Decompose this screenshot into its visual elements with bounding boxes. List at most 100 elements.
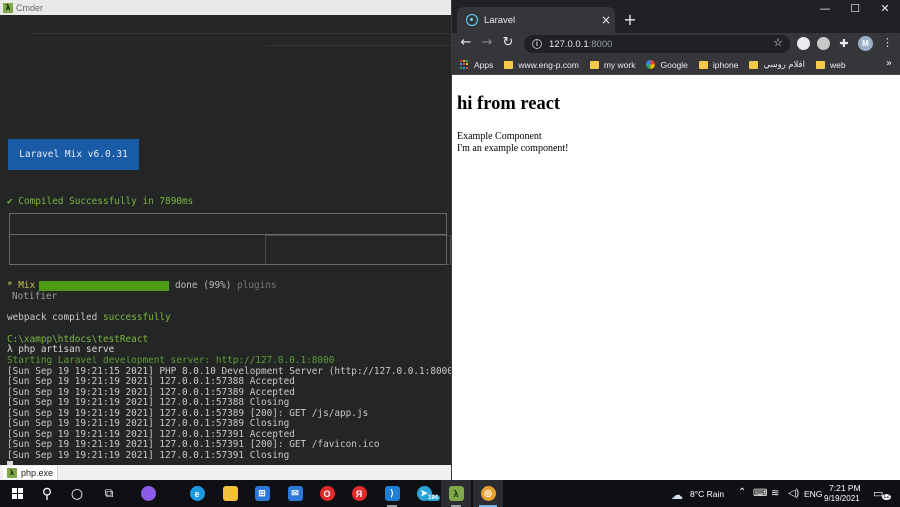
bookmark-eng-p[interactable]: www.eng-p.com bbox=[504, 59, 579, 70]
bookmark-my-work[interactable]: my work bbox=[589, 59, 636, 70]
chrome-canary-icon: ◎ bbox=[480, 486, 496, 501]
site-info-icon[interactable]: i bbox=[532, 39, 542, 49]
maximize-button[interactable]: ☐ bbox=[840, 2, 870, 15]
search-icon: ⚲ bbox=[41, 485, 53, 502]
search-button[interactable]: ⚲ bbox=[32, 480, 62, 507]
taskbar-telegram[interactable]: ➤ 194 bbox=[409, 480, 441, 507]
tab-title: Laravel bbox=[484, 14, 516, 26]
log-line: [Sun Sep 19 19:21:19 2021] 127.0.0.1:573… bbox=[7, 418, 290, 429]
apps-grid-icon bbox=[460, 60, 469, 69]
mix-done-text: done (99%) bbox=[175, 280, 232, 291]
folder-icon bbox=[698, 60, 708, 69]
vscode-icon: ⟩ bbox=[384, 486, 400, 501]
chrome-window[interactable]: Laravel × + — ☐ ✕ ← → ↻ i 127.0.0.1:8000… bbox=[451, 0, 900, 480]
browser-tab-laravel[interactable]: Laravel × bbox=[457, 7, 615, 33]
windows-taskbar: ⚲ ○ ⧉ e ⊞ ✉ O Я ⟩ ➤ 194 λ ◎ ☁ 8°C Rain ⌃… bbox=[0, 480, 900, 507]
bookmark-russian-films[interactable]: افلام روسي bbox=[749, 59, 805, 70]
taskbar-yandex[interactable]: Я bbox=[344, 480, 374, 507]
extensions-puzzle-icon[interactable]: ✚ bbox=[836, 37, 852, 50]
cmder-tab-label: php.exe bbox=[21, 467, 54, 478]
clock-time[interactable]: 7:21 PM bbox=[829, 483, 861, 493]
url-port: :8000 bbox=[588, 38, 613, 50]
extension-c-icon[interactable] bbox=[797, 37, 810, 50]
command-line: λ php artisan serve bbox=[7, 344, 115, 355]
taskbar-app-purple[interactable] bbox=[133, 480, 163, 507]
start-button[interactable] bbox=[2, 480, 32, 507]
taskbar-store[interactable]: ⊞ bbox=[247, 480, 277, 507]
taskbar-cmder[interactable]: λ bbox=[441, 480, 471, 507]
close-window-button[interactable]: ✕ bbox=[870, 2, 900, 15]
clock-date[interactable]: 9/19/2021 bbox=[824, 494, 860, 503]
cmder-tabbar: λ php.exe bbox=[0, 465, 451, 480]
bookmark-label: my work bbox=[603, 59, 636, 70]
forward-button[interactable]: → bbox=[479, 35, 495, 50]
task-view-icon: ⧉ bbox=[104, 486, 114, 500]
react-favicon-icon bbox=[466, 14, 478, 26]
close-tab-icon[interactable]: × bbox=[597, 13, 615, 27]
store-icon: ⊞ bbox=[254, 486, 270, 501]
task-view-button[interactable]: ⧉ bbox=[94, 480, 124, 507]
mix-done: done (99%) plugins bbox=[175, 280, 277, 292]
app-circle-icon bbox=[140, 486, 156, 501]
notifier-box bbox=[9, 213, 447, 265]
taskbar-edge[interactable]: e bbox=[182, 480, 212, 507]
browser-toolbar: ← → ↻ i 127.0.0.1:8000 ☆ ✚ M ⋮ bbox=[452, 33, 900, 55]
webpack-text: webpack compiled bbox=[7, 312, 98, 323]
taskbar-mail[interactable]: ✉ bbox=[280, 480, 310, 507]
taskbar-opera[interactable]: O bbox=[312, 480, 342, 507]
log-line: [Sun Sep 19 19:21:19 2021] 127.0.0.1:573… bbox=[7, 376, 295, 387]
windows-logo-icon bbox=[11, 488, 23, 499]
google-icon bbox=[646, 60, 656, 69]
mix-progress-fill bbox=[39, 281, 169, 291]
cmder-tab-icon: λ bbox=[7, 467, 17, 478]
component-header: Example Component bbox=[457, 131, 542, 142]
compiled-status: ✔ Compiled Successfully in 7890ms bbox=[7, 196, 193, 208]
bookmark-label: iphone bbox=[712, 59, 739, 70]
bookmarks-bar: Apps www.eng-p.com my work Google iphone… bbox=[452, 55, 900, 75]
weather-cloud-icon[interactable]: ☁ bbox=[671, 488, 683, 502]
folder-icon bbox=[504, 60, 514, 69]
chrome-menu-icon[interactable]: ⋮ bbox=[882, 36, 893, 49]
taskbar-vscode[interactable]: ⟩ bbox=[377, 480, 407, 507]
cmder-titlebar[interactable]: λ Cmder bbox=[0, 0, 451, 15]
address-bar[interactable]: i 127.0.0.1:8000 ☆ bbox=[524, 35, 790, 53]
taskbar-chrome-canary[interactable]: ◎ bbox=[473, 480, 503, 507]
profile-avatar[interactable]: M bbox=[858, 36, 873, 51]
weather-text[interactable]: 8°C Rain bbox=[690, 489, 724, 499]
volume-icon[interactable]: ◁) bbox=[788, 488, 799, 499]
terminal-output[interactable]: Laravel Mix v6.0.31 ✔ Compiled Successfu… bbox=[0, 15, 451, 465]
bookmark-label: Apps bbox=[474, 59, 494, 70]
show-hidden-icons[interactable]: ⌃ bbox=[738, 487, 746, 498]
yandex-icon: Я bbox=[351, 486, 367, 501]
more-bookmarks-icon[interactable]: » bbox=[886, 58, 892, 69]
bookmark-star-icon[interactable]: ☆ bbox=[773, 36, 783, 49]
mix-prefix-text: * Mix bbox=[7, 280, 36, 291]
opera-icon: O bbox=[319, 486, 335, 501]
bookmark-label: www.eng-p.com bbox=[518, 59, 579, 70]
network-icon[interactable]: ⌨ bbox=[753, 488, 767, 499]
wifi-icon[interactable]: ≋ bbox=[771, 488, 779, 499]
mail-icon: ✉ bbox=[287, 486, 303, 501]
folder-icon bbox=[589, 60, 599, 69]
cmder-window[interactable]: λ Cmder Laravel Mix v6.0.31 ✔ Compiled S… bbox=[0, 0, 451, 480]
url-host: 127.0.0.1 bbox=[549, 38, 589, 50]
server-log: Starting Laravel development server: htt… bbox=[7, 356, 451, 461]
cortana-button[interactable]: ○ bbox=[62, 480, 92, 507]
folder-explorer-icon bbox=[222, 486, 238, 501]
back-button[interactable]: ← bbox=[458, 35, 474, 50]
language-indicator[interactable]: ENG bbox=[804, 489, 822, 499]
reload-button[interactable]: ↻ bbox=[500, 35, 516, 50]
minimize-button[interactable]: — bbox=[810, 2, 840, 15]
mix-progress-bar bbox=[39, 281, 170, 291]
bookmark-apps[interactable]: Apps bbox=[460, 60, 493, 70]
new-tab-button[interactable]: + bbox=[622, 10, 638, 29]
extension-download-icon[interactable] bbox=[817, 37, 830, 50]
webpack-status: successfully bbox=[102, 312, 171, 323]
chrome-titlebar[interactable]: Laravel × + — ☐ ✕ bbox=[452, 0, 900, 33]
bookmark-label: web bbox=[829, 59, 846, 70]
bookmark-web[interactable]: web bbox=[815, 59, 846, 70]
bookmark-google[interactable]: Google bbox=[646, 60, 688, 70]
bookmark-iphone[interactable]: iphone bbox=[698, 59, 739, 70]
taskbar-file-explorer[interactable] bbox=[215, 480, 245, 507]
cmder-tab-php[interactable]: λ php.exe bbox=[3, 466, 59, 479]
